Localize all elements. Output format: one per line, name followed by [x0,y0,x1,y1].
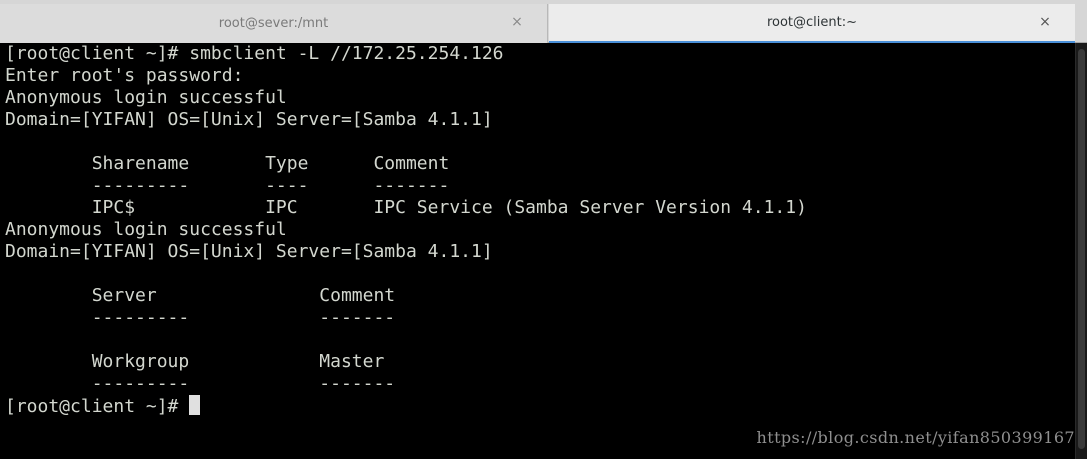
tab-label: root@client:~ [766,15,858,30]
scrollbar[interactable] [1075,43,1087,459]
close-icon[interactable]: × [509,14,525,30]
terminal-line: Domain=[YIFAN] OS=[Unix] Server=[Samba 4… [5,241,493,262]
text-cursor [189,395,201,415]
tab-client-home[interactable]: root@client:~ × [549,4,1075,43]
terminal-line: Server Comment [5,285,396,306]
terminal-line: Enter root's password: [5,65,244,86]
terminal-line: --------- ------- [5,373,396,394]
terminal-line: IPC$ IPC IPC Service (Samba Server Versi… [5,197,807,218]
tab-bar: root@sever:/mnt × root@client:~ × [0,0,1087,43]
tab-sever-mnt[interactable]: root@sever:/mnt × [0,4,548,43]
terminal-line: Anonymous login successful [5,87,287,108]
terminal-prompt: [root@client ~]# [5,396,190,417]
terminal-line: Sharename Type Comment [5,153,450,174]
terminal-line: --------- ------- [5,307,396,328]
terminal-line: --------- ---- ------- [5,175,450,196]
terminal-window: root@sever:/mnt × root@client:~ × [root@… [0,0,1087,459]
watermark: https://blog.csdn.net/yifan850399167 [756,428,1075,447]
terminal-output[interactable]: [root@client ~]# smbclient -L //172.25.2… [0,43,1075,459]
terminal-prompt-line[interactable]: [root@client ~]# [5,395,1075,417]
terminal-line: Anonymous login successful [5,219,287,240]
terminal-line: Workgroup Master [5,351,385,372]
terminal-line: Domain=[YIFAN] OS=[Unix] Server=[Samba 4… [5,109,493,130]
tab-label: root@sever:/mnt [218,16,329,31]
close-icon[interactable]: × [1037,14,1053,30]
terminal-line: [root@client ~]# smbclient -L //172.25.2… [5,43,504,64]
scrollbar-thumb[interactable] [1078,49,1085,449]
